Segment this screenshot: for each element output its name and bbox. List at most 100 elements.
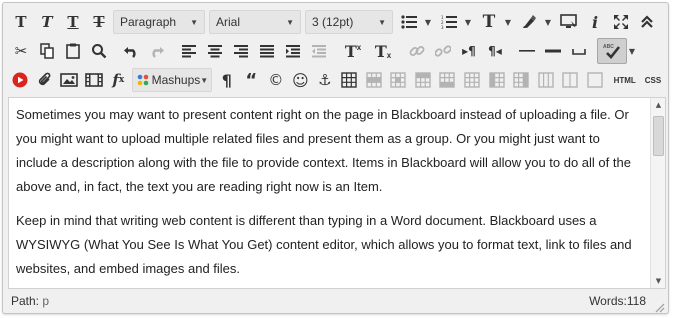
delete-column-icon[interactable] [534, 68, 557, 92]
html-source-button[interactable]: HTML [612, 68, 638, 92]
horizontal-line-icon[interactable] [541, 39, 565, 63]
chevron-down-icon[interactable]: ▼ [503, 10, 513, 34]
youtube-icon[interactable] [9, 68, 32, 92]
find-icon[interactable] [87, 39, 111, 63]
strikethrough-icon[interactable]: T [87, 10, 111, 34]
highlighter-icon[interactable] [517, 10, 541, 34]
svg-text:3: 3 [441, 25, 444, 29]
font-family-value: Arial [216, 15, 241, 29]
info-icon[interactable]: i [583, 10, 607, 34]
align-left-icon[interactable] [177, 39, 201, 63]
copy-icon[interactable] [35, 39, 59, 63]
chevron-down-icon: ▼ [200, 75, 209, 85]
paragraph-format-value: Paragraph [120, 15, 177, 29]
chevron-down-icon[interactable]: ▼ [627, 39, 637, 63]
toolbar-row-1: T T T T Paragraph ▼ Arial ▼ 3 (12pt) ▼ ▼… [3, 7, 668, 37]
align-center-icon[interactable] [203, 39, 227, 63]
bullet-list-dropdown[interactable]: ▼ [397, 10, 433, 34]
paragraph-format-select[interactable]: Paragraph ▼ [113, 10, 205, 34]
mashups-icon [137, 74, 148, 86]
editor-body[interactable]: Sometimes you may want to present conten… [9, 98, 649, 288]
nonbreaking-space-icon[interactable] [567, 39, 591, 63]
math-editor-icon[interactable]: fx [107, 68, 130, 92]
spellcheck-icon[interactable]: ABC [597, 38, 627, 64]
chevron-down-icon[interactable]: ▼ [543, 10, 553, 34]
mashups-label: Mashups [151, 73, 201, 87]
word-count-label: Words: [589, 294, 627, 308]
scroll-up-arrow-icon[interactable]: ▲ [651, 98, 666, 112]
subscript-icon[interactable]: Tx [369, 39, 397, 63]
align-justify-icon[interactable] [255, 39, 279, 63]
text-color-icon[interactable]: T [477, 10, 501, 34]
highlight-dropdown[interactable]: ▼ [517, 10, 553, 34]
path-value[interactable]: p [42, 294, 49, 308]
numbered-list-dropdown[interactable]: 123 ▼ [437, 10, 473, 34]
css-label: CSS [644, 75, 662, 85]
scroll-down-arrow-icon[interactable]: ▼ [651, 274, 666, 288]
indent-icon[interactable] [281, 39, 305, 63]
chevron-down-icon[interactable]: ▼ [463, 10, 473, 34]
chevron-down-icon: ▼ [378, 17, 386, 27]
vertical-scrollbar[interactable]: ▲ ▼ [650, 98, 665, 288]
text-color-dropdown[interactable]: T ▼ [477, 10, 513, 34]
resize-handle-icon[interactable] [653, 298, 665, 313]
editor-content-area[interactable]: Sometimes you may want to present conten… [8, 97, 666, 289]
insert-row-before-icon[interactable] [412, 68, 435, 92]
bold-icon[interactable]: T [9, 10, 33, 34]
insert-media-icon[interactable] [83, 68, 106, 92]
delete-row-icon[interactable] [461, 68, 484, 92]
spellcheck-dropdown[interactable]: ABC ▼ [597, 38, 637, 64]
chevron-down-icon: ▼ [286, 17, 294, 27]
redo-icon[interactable] [145, 39, 169, 63]
content-paragraph-1[interactable]: Sometimes you may want to present conten… [16, 103, 643, 199]
rtl-direction-icon[interactable]: ¶◂ [483, 39, 507, 63]
undo-icon[interactable] [119, 39, 143, 63]
numbered-list-icon[interactable]: 123 [437, 10, 461, 34]
mashups-select[interactable]: Mashups ▼ [131, 68, 212, 92]
blockquote-icon[interactable]: “ [240, 68, 263, 92]
insert-column-before-icon[interactable] [485, 68, 508, 92]
merge-cells-icon[interactable] [583, 68, 606, 92]
font-family-select[interactable]: Arial ▼ [209, 10, 301, 34]
align-right-icon[interactable] [229, 39, 253, 63]
paragraph-mark-icon[interactable]: ¶ [216, 68, 239, 92]
fullscreen-icon[interactable] [609, 10, 633, 34]
anchor-icon[interactable]: ⚓ [314, 68, 337, 92]
ltr-direction-icon[interactable]: ▸¶ [457, 39, 481, 63]
collapse-toolbar-icon[interactable] [635, 10, 659, 34]
font-size-select[interactable]: 3 (12pt) ▼ [305, 10, 393, 34]
content-paragraph-2[interactable]: Keep in mind that writing web content is… [16, 209, 643, 281]
chevron-down-icon: ▼ [190, 17, 198, 27]
special-character-icon[interactable]: © [265, 68, 288, 92]
bullet-list-icon[interactable] [397, 10, 421, 34]
css-editor-button[interactable]: CSS [640, 68, 666, 92]
path-label: Path: [11, 294, 40, 308]
italic-icon[interactable]: T [35, 10, 59, 34]
toolbar-row-2: ✂ T x T x ▸¶ ¶◂ ABC ▼ [3, 36, 668, 66]
insert-image-icon[interactable] [58, 68, 81, 92]
split-cells-icon[interactable] [559, 68, 582, 92]
outdent-icon[interactable] [307, 39, 331, 63]
horizontal-rule-icon[interactable] [515, 39, 539, 63]
insert-link-icon[interactable] [405, 39, 429, 63]
preview-icon[interactable] [557, 10, 581, 34]
attach-file-icon[interactable] [34, 68, 57, 92]
unlink-icon[interactable] [431, 39, 455, 63]
scrollbar-thumb[interactable] [653, 116, 664, 156]
chevron-down-icon[interactable]: ▼ [423, 10, 433, 34]
cut-icon[interactable]: ✂ [9, 39, 33, 63]
toolbar-row-3: fx Mashups ▼ ¶ “ © ☺ ⚓ HTML CSS [3, 65, 668, 95]
insert-row-after-icon[interactable] [436, 68, 459, 92]
underline-icon[interactable]: T [61, 10, 85, 34]
text-editor: T T T T Paragraph ▼ Arial ▼ 3 (12pt) ▼ ▼… [2, 2, 669, 314]
insert-column-after-icon[interactable] [510, 68, 533, 92]
emoticon-icon[interactable]: ☺ [289, 68, 312, 92]
status-bar: Path: p Words:118 [3, 289, 668, 313]
element-path: Path: p [11, 294, 49, 308]
table-row-props-icon[interactable] [363, 68, 386, 92]
table-cell-props-icon[interactable] [387, 68, 410, 92]
superscript-icon[interactable]: Tx [339, 39, 367, 63]
insert-table-icon[interactable] [338, 68, 361, 92]
paste-icon[interactable] [61, 39, 85, 63]
word-count: Words:118 [589, 294, 646, 308]
